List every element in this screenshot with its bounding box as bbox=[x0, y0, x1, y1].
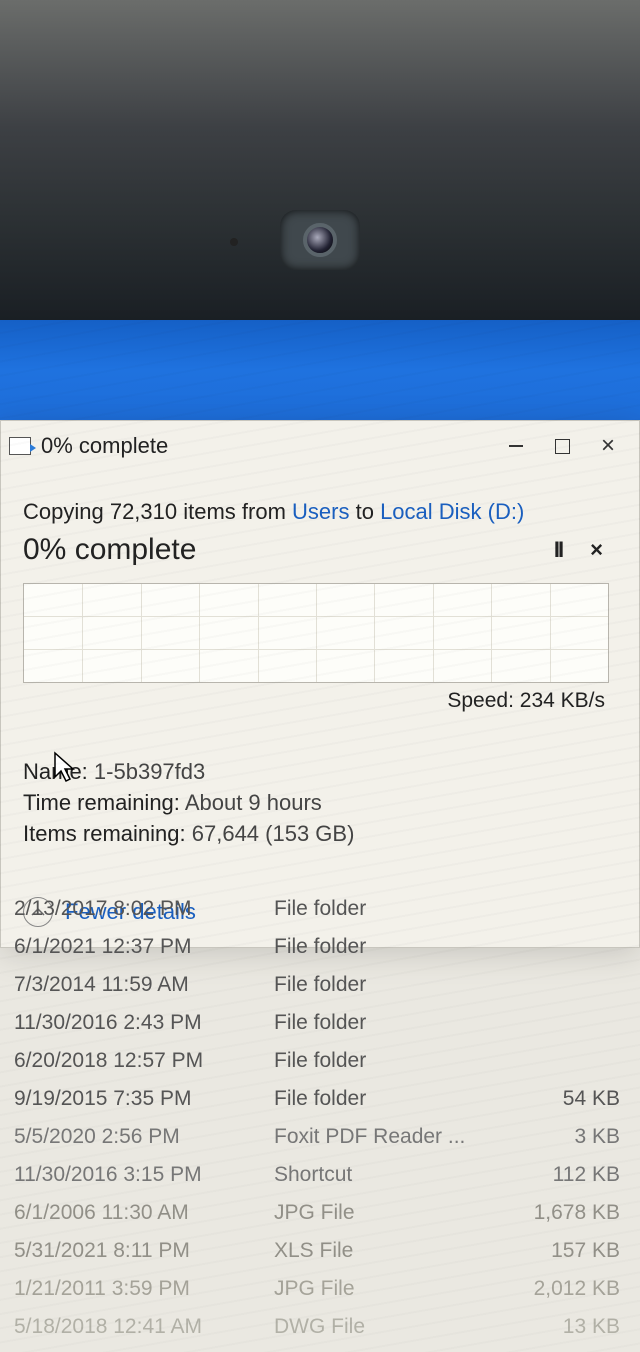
webcam bbox=[280, 210, 360, 270]
cell-type: Foxit PDF Reader ... bbox=[274, 1125, 484, 1149]
cell-type: File folder bbox=[274, 1011, 484, 1035]
cell-date: 6/1/2006 11:30 AM bbox=[14, 1201, 274, 1225]
speed-label: Speed: 234 KB/s bbox=[23, 689, 609, 713]
table-row[interactable]: 5/31/2021 8:11 PM XLS File 157 KB bbox=[14, 1232, 626, 1270]
table-row[interactable]: 5/3/2020 12:30 PM Office Open XML ... bbox=[14, 1346, 626, 1352]
cell-date: 7/3/2014 11:59 AM bbox=[14, 973, 274, 997]
cell-date: 6/1/2021 12:37 PM bbox=[14, 935, 274, 959]
laptop-bezel bbox=[0, 0, 640, 320]
webcam-lens bbox=[303, 223, 337, 257]
dialog-title: 0% complete bbox=[41, 433, 493, 459]
table-row[interactable]: 5/18/2018 12:41 AM DWG File 13 KB bbox=[14, 1308, 626, 1346]
copy-prefix: Copying 72,310 items from bbox=[23, 499, 292, 524]
cell-size: 3 KB bbox=[484, 1125, 626, 1149]
cell-type: File folder bbox=[274, 973, 484, 997]
progress-percent: 0% complete bbox=[23, 533, 554, 567]
cell-size: 112 KB bbox=[484, 1163, 626, 1187]
copy-mid: to bbox=[349, 499, 380, 524]
explorer-list: 2/13/2017 8:02 PM File folder 6/1/2021 1… bbox=[0, 890, 640, 1352]
table-row[interactable]: 1/21/2011 3:59 PM JPG File 2,012 KB bbox=[14, 1270, 626, 1308]
copy-to-link[interactable]: Local Disk (D:) bbox=[380, 499, 524, 524]
cell-type: File folder bbox=[274, 1049, 484, 1073]
pause-button[interactable]: II bbox=[554, 537, 562, 563]
cell-size: 157 KB bbox=[484, 1239, 626, 1263]
cell-date: 5/31/2021 8:11 PM bbox=[14, 1239, 274, 1263]
explorer-titlebar-background bbox=[0, 320, 640, 420]
cell-date: 11/30/2016 2:43 PM bbox=[14, 1011, 274, 1035]
cell-size: 1,678 KB bbox=[484, 1201, 626, 1225]
name-value: 1-5b397fd3 bbox=[94, 759, 205, 784]
cell-date: 1/21/2011 3:59 PM bbox=[14, 1277, 274, 1301]
cell-type: JPG File bbox=[274, 1277, 484, 1301]
maximize-button[interactable] bbox=[539, 427, 585, 465]
cell-date: 5/5/2020 2:56 PM bbox=[14, 1125, 274, 1149]
items-remaining-value: 67,644 (153 GB) bbox=[192, 821, 355, 846]
cell-type: XLS File bbox=[274, 1239, 484, 1263]
table-row[interactable]: 9/19/2015 7:35 PM File folder 54 KB bbox=[14, 1080, 626, 1118]
copy-details: Name: 1-5b397fd3 Time remaining: About 9… bbox=[23, 757, 609, 849]
progress-graph bbox=[23, 583, 609, 683]
cell-date: 2/13/2017 8:02 PM bbox=[14, 897, 274, 921]
cell-size: 2,012 KB bbox=[484, 1277, 626, 1301]
cell-type: File folder bbox=[274, 897, 484, 921]
table-row[interactable]: 6/1/2006 11:30 AM JPG File 1,678 KB bbox=[14, 1194, 626, 1232]
cell-type: Shortcut bbox=[274, 1163, 484, 1187]
time-remaining-value: About 9 hours bbox=[185, 790, 322, 815]
table-row[interactable]: 2/13/2017 8:02 PM File folder bbox=[14, 890, 626, 928]
copy-summary: Copying 72,310 items from Users to Local… bbox=[23, 499, 609, 525]
table-row[interactable]: 11/30/2016 3:15 PM Shortcut 112 KB bbox=[14, 1156, 626, 1194]
table-row[interactable]: 5/5/2020 2:56 PM Foxit PDF Reader ... 3 … bbox=[14, 1118, 626, 1156]
table-row[interactable]: 6/1/2021 12:37 PM File folder bbox=[14, 928, 626, 966]
cell-date: 9/19/2015 7:35 PM bbox=[14, 1087, 274, 1111]
name-label: Name: bbox=[23, 759, 88, 784]
screen-area: 0% complete × Copying 72,310 items from … bbox=[0, 320, 640, 1352]
dialog-titlebar[interactable]: 0% complete × bbox=[1, 421, 639, 471]
cell-size: 54 KB bbox=[484, 1087, 626, 1111]
table-row[interactable]: 11/30/2016 2:43 PM File folder bbox=[14, 1004, 626, 1042]
copy-progress-dialog: 0% complete × Copying 72,310 items from … bbox=[0, 420, 640, 948]
minimize-button[interactable] bbox=[493, 427, 539, 465]
cell-type: JPG File bbox=[274, 1201, 484, 1225]
cell-size: 13 KB bbox=[484, 1315, 626, 1339]
cell-type: File folder bbox=[274, 935, 484, 959]
table-row[interactable]: 6/20/2018 12:57 PM File folder bbox=[14, 1042, 626, 1080]
copy-icon bbox=[9, 437, 31, 455]
copy-from-link[interactable]: Users bbox=[292, 499, 349, 524]
cell-type: File folder bbox=[274, 1087, 484, 1111]
items-remaining-label: Items remaining: bbox=[23, 821, 186, 846]
time-remaining-label: Time remaining: bbox=[23, 790, 180, 815]
cancel-button[interactable]: × bbox=[590, 537, 603, 563]
cell-type: DWG File bbox=[274, 1315, 484, 1339]
cell-date: 6/20/2018 12:57 PM bbox=[14, 1049, 274, 1073]
cell-date: 11/30/2016 3:15 PM bbox=[14, 1163, 274, 1187]
cell-date: 5/18/2018 12:41 AM bbox=[14, 1315, 274, 1339]
table-row[interactable]: 7/3/2014 11:59 AM File folder bbox=[14, 966, 626, 1004]
close-button[interactable]: × bbox=[585, 427, 631, 465]
